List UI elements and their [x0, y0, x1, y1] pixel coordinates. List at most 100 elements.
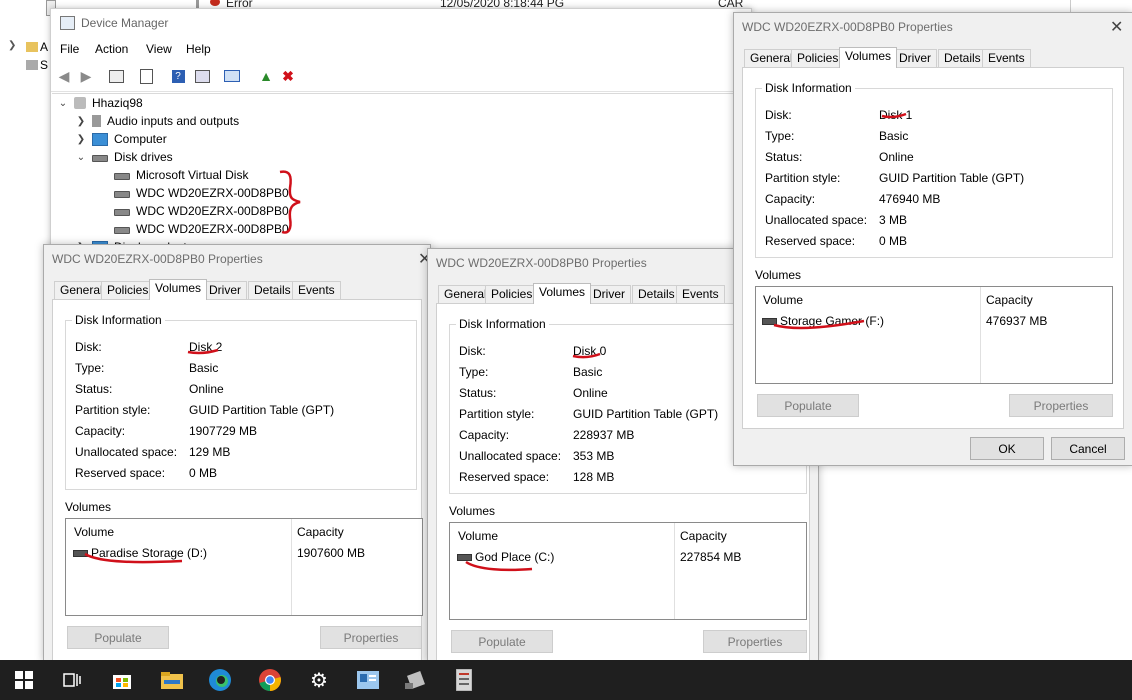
populate-button[interactable]: Populate [757, 394, 859, 417]
volumes-list[interactable]: Volume Capacity Paradise Storage (D:) 19… [65, 518, 423, 616]
capacity-value: 228937 MB [573, 428, 635, 442]
tab-events[interactable]: Events [982, 49, 1031, 67]
tab-details[interactable]: Details [938, 49, 987, 67]
cancel-button[interactable]: Cancel [1051, 437, 1125, 460]
partition-style-label: Partition style: [765, 171, 841, 185]
tab-driver[interactable]: Driver [893, 49, 937, 67]
tree-root[interactable]: ⌄ Hhaziq98 [56, 94, 143, 112]
show-hide-tree-icon[interactable] [107, 67, 125, 85]
tree-item-disk[interactable]: WDC WD20EZRX-00D8PB0 [110, 202, 289, 220]
tree-label: Disk drives [114, 150, 173, 164]
column-header-capacity[interactable]: Capacity [297, 525, 344, 539]
tab-driver[interactable]: Driver [203, 281, 247, 299]
volumes-label: Volumes [449, 504, 496, 518]
populate-button[interactable]: Populate [67, 626, 169, 649]
unallocated-label: Unallocated space: [765, 213, 868, 227]
task-view-icon[interactable] [60, 668, 84, 692]
tab-details[interactable]: Details [632, 285, 681, 303]
menu-action[interactable]: Action [95, 42, 128, 56]
drive-icon [26, 60, 38, 70]
windows-start-icon[interactable] [12, 668, 36, 692]
tree-item-disk-drives[interactable]: ⌄ Disk drives [74, 148, 173, 166]
action-icon[interactable] [193, 67, 211, 85]
tab-policies[interactable]: Policies [101, 281, 155, 299]
chevron-right-icon: ❯ [76, 115, 86, 127]
app-icon[interactable] [356, 668, 380, 692]
unallocated-value: 3 MB [879, 213, 908, 227]
tree-item-computer[interactable]: ❯ Computer [74, 130, 167, 148]
properties-icon[interactable] [137, 67, 155, 85]
tab-driver[interactable]: Driver [587, 285, 631, 303]
tree-item-audio[interactable]: ❯ Audio inputs and outputs [74, 112, 239, 130]
column-header-volume[interactable]: Volume [74, 525, 114, 539]
chrome-icon[interactable] [258, 668, 282, 692]
close-icon[interactable]: ✕ [1110, 17, 1123, 37]
properties-dialog-disk-2[interactable]: WDC WD20EZRX-00D8PB0 Properties ✕ Genera… [43, 244, 431, 662]
column-divider [674, 523, 675, 619]
scan-hardware-icon[interactable] [223, 67, 241, 85]
explorer-item-label: A [40, 40, 49, 54]
volume-capacity: 476937 MB [986, 314, 1048, 328]
settings-icon[interactable]: ⚙ [307, 668, 331, 692]
column-header-volume[interactable]: Volume [458, 529, 498, 543]
disk-drive-icon [114, 173, 130, 180]
column-divider [980, 287, 981, 383]
tree-label: WDC WD20EZRX-00D8PB0 [136, 222, 289, 236]
tab-page: Disk Information Disk: Disk 1 Type: Basi… [742, 67, 1124, 429]
status-value: Online [573, 386, 608, 400]
tab-events[interactable]: Events [292, 281, 341, 299]
type-label: Type: [459, 365, 489, 379]
chevron-down-icon: ⌄ [58, 97, 68, 109]
tree-item-disk[interactable]: WDC WD20EZRX-00D8PB0 [110, 184, 289, 202]
chevron-right-icon: ❯ [8, 40, 17, 51]
menu-help[interactable]: Help [186, 42, 211, 56]
capacity-label: Capacity: [75, 424, 126, 438]
volume-capacity: 227854 MB [680, 550, 742, 564]
chevron-down-icon: ⌄ [76, 151, 86, 163]
tab-volumes[interactable]: Volumes [839, 47, 898, 68]
properties-button[interactable]: Properties [1009, 394, 1113, 417]
volume-capacity: 1907600 MB [297, 546, 366, 560]
tab-policies[interactable]: Policies [791, 49, 845, 67]
disk-label: Disk: [75, 340, 102, 354]
tree-item-disk[interactable]: Microsoft Virtual Disk [110, 166, 248, 184]
column-header-capacity[interactable]: Capacity [680, 529, 727, 543]
volumes-list[interactable]: Volume Capacity Storage Gamer (F:) 47693… [755, 286, 1113, 384]
column-header-volume[interactable]: Volume [763, 293, 803, 307]
folder-icon [26, 42, 38, 52]
store-icon[interactable] [110, 668, 134, 692]
device-icon[interactable] [404, 668, 428, 692]
back-icon[interactable]: ◀ [55, 67, 73, 85]
forward-icon[interactable]: ▶ [77, 67, 95, 85]
red-underline-annotation [572, 352, 601, 359]
menu-view[interactable]: View [146, 42, 172, 56]
help-icon[interactable]: ? [169, 67, 187, 85]
tab-policies[interactable]: Policies [485, 285, 539, 303]
red-underline-annotation [881, 112, 907, 119]
tab-volumes[interactable]: Volumes [533, 283, 592, 304]
red-underline-annotation [465, 560, 533, 572]
menu-bar: File Action View Help [51, 39, 751, 61]
partition-style-value: GUID Partition Table (GPT) [573, 407, 719, 421]
tab-events[interactable]: Events [676, 285, 725, 303]
tab-volumes[interactable]: Volumes [149, 279, 208, 300]
ok-button[interactable]: OK [970, 437, 1044, 460]
update-driver-icon[interactable]: ▲ [257, 67, 275, 85]
tree-item-disk[interactable]: WDC WD20EZRX-00D8PB0 [110, 220, 289, 238]
speaker-icon [92, 115, 101, 127]
reserved-label: Reserved space: [459, 470, 550, 484]
reserved-value: 0 MB [879, 234, 908, 248]
properties-button[interactable]: Properties [320, 626, 422, 649]
properties-button[interactable]: Properties [703, 630, 807, 653]
file-explorer-icon[interactable] [160, 668, 184, 692]
properties-dialog-disk-1[interactable]: WDC WD20EZRX-00D8PB0 Properties ✕ Genera… [733, 12, 1132, 466]
populate-button[interactable]: Populate [451, 630, 553, 653]
tab-details[interactable]: Details [248, 281, 297, 299]
dialog-title: WDC WD20EZRX-00D8PB0 Properties [742, 20, 953, 34]
notes-icon[interactable] [452, 668, 476, 692]
tree-label: Audio inputs and outputs [107, 114, 240, 128]
edge-icon[interactable] [208, 668, 232, 692]
column-header-capacity[interactable]: Capacity [986, 293, 1033, 307]
menu-file[interactable]: File [60, 42, 79, 56]
uninstall-icon[interactable]: ✖ [279, 67, 297, 85]
